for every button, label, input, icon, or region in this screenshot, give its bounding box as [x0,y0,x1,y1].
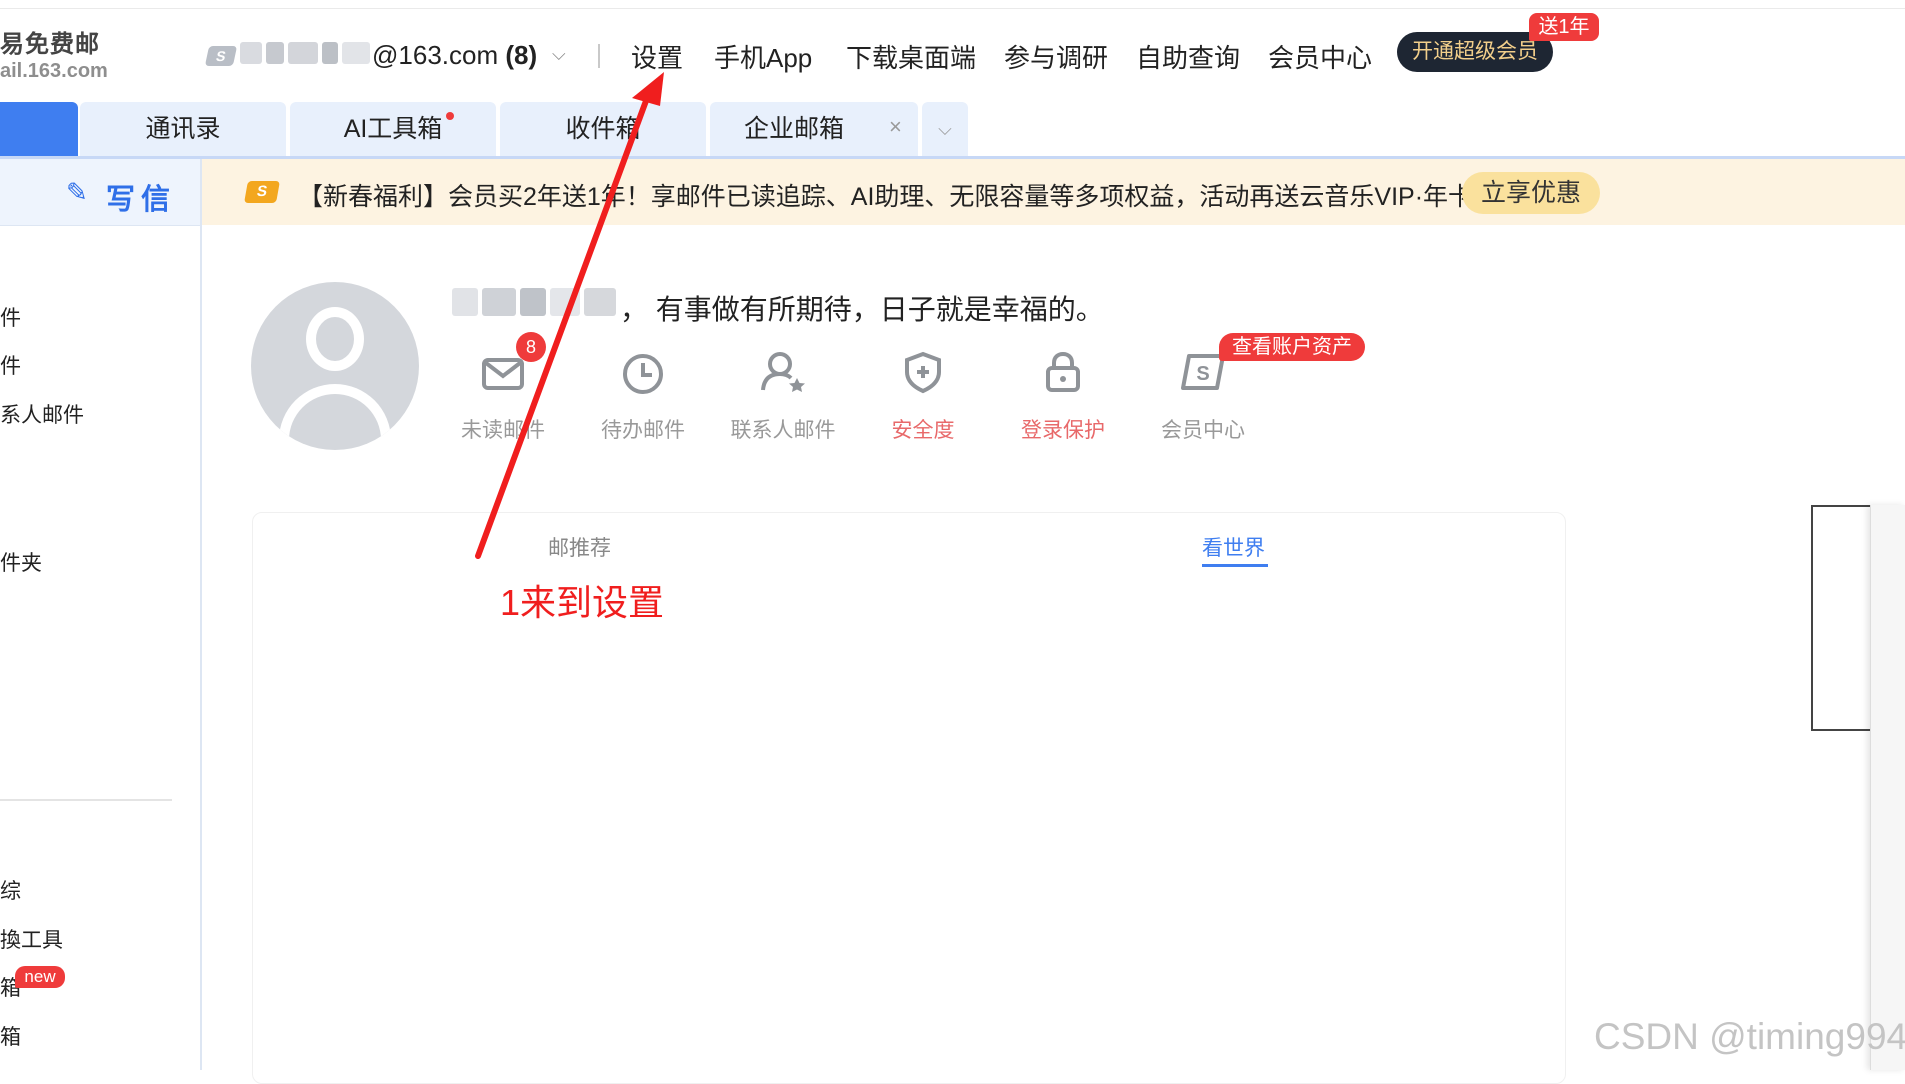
watermark: CSDN @timing994 [1594,1016,1905,1057]
annotation-arrow [475,72,664,559]
annotation-label: 1来到设置 [500,582,665,623]
